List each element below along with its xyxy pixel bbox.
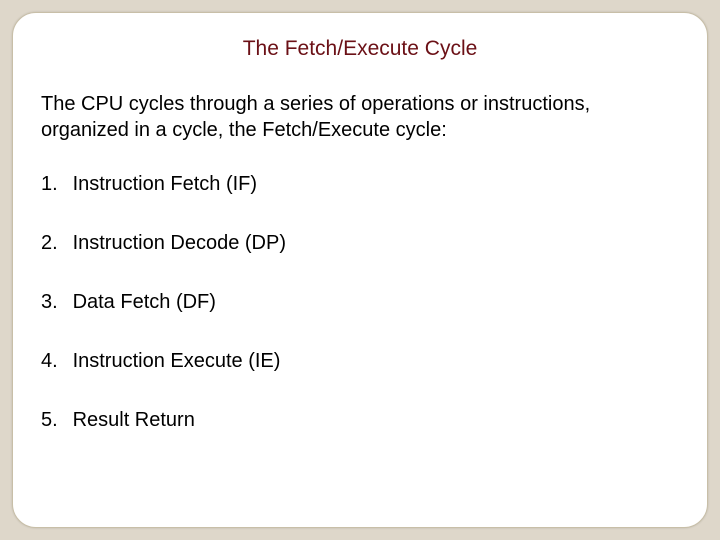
item-number: 1. <box>41 173 67 196</box>
item-text: Instruction Execute (IE) <box>73 350 281 372</box>
item-text: Instruction Decode (DP) <box>73 232 286 254</box>
item-number: 3. <box>41 291 67 314</box>
item-text: Instruction Fetch (IF) <box>73 173 258 195</box>
list-item: 2. Instruction Decode (DP) <box>41 232 679 255</box>
item-text: Result Return <box>73 409 195 431</box>
item-text: Data Fetch (DF) <box>73 291 216 313</box>
item-number: 2. <box>41 232 67 255</box>
list-item: 1. Instruction Fetch (IF) <box>41 173 679 196</box>
list-item: 5. Result Return <box>41 409 679 432</box>
intro-paragraph: The CPU cycles through a series of opera… <box>41 91 683 143</box>
item-number: 5. <box>41 409 67 432</box>
slide-card: The Fetch/Execute Cycle The CPU cycles t… <box>12 12 708 528</box>
list-item: 3. Data Fetch (DF) <box>41 291 679 314</box>
list-item: 4. Instruction Execute (IE) <box>41 350 679 373</box>
item-number: 4. <box>41 350 67 373</box>
slide-title: The Fetch/Execute Cycle <box>13 37 707 61</box>
steps-list: 1. Instruction Fetch (IF) 2. Instruction… <box>41 173 679 468</box>
